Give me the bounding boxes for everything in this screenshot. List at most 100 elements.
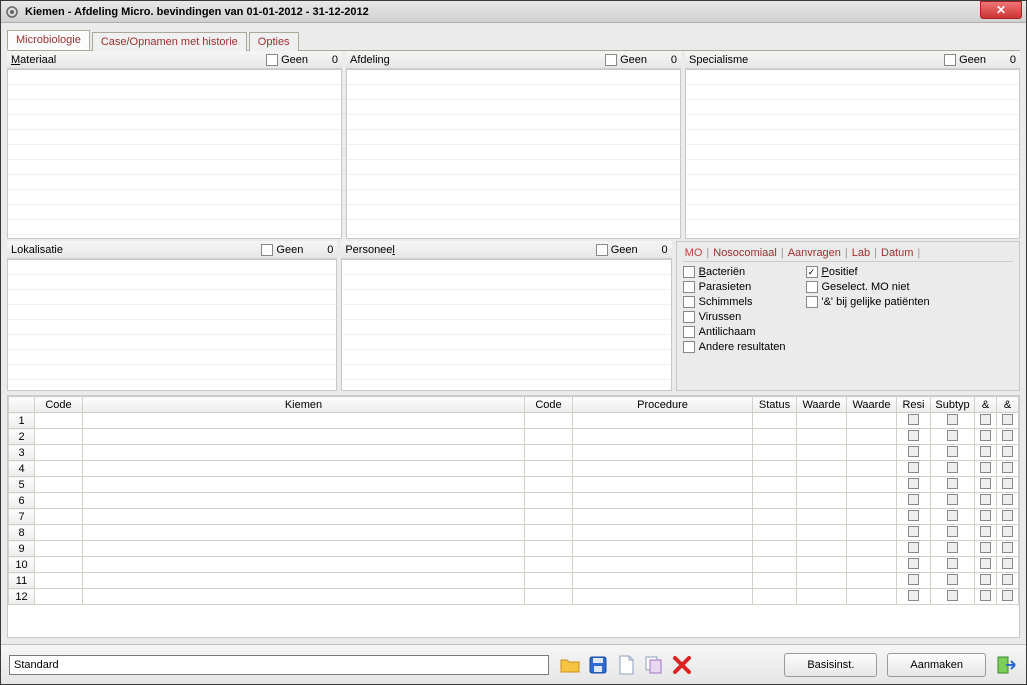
grid-cell[interactable] xyxy=(931,525,975,541)
grid-cell[interactable] xyxy=(931,557,975,573)
grid-cell[interactable] xyxy=(897,541,931,557)
grid-header-amp2[interactable]: & xyxy=(997,397,1019,413)
grid-cell[interactable] xyxy=(525,477,573,493)
grid-cell[interactable] xyxy=(797,477,847,493)
grid-cell[interactable] xyxy=(847,525,897,541)
grid-cell[interactable] xyxy=(35,541,83,557)
bool-box[interactable] xyxy=(980,494,991,505)
table-row[interactable]: 7 xyxy=(9,509,1019,525)
bool-box[interactable] xyxy=(908,446,919,457)
grid-cell[interactable] xyxy=(753,461,797,477)
grid-cell[interactable] xyxy=(753,493,797,509)
grid-cell[interactable] xyxy=(83,525,525,541)
table-row[interactable]: 4 xyxy=(9,461,1019,477)
grid-cell[interactable] xyxy=(997,573,1019,589)
grid-cell[interactable] xyxy=(797,541,847,557)
grid-cell[interactable] xyxy=(35,573,83,589)
check-left-checkbox-3[interactable] xyxy=(683,311,695,323)
grid-header-subtyp[interactable]: Subtyp xyxy=(931,397,975,413)
basisinst-button[interactable]: Basisinst. xyxy=(784,653,877,677)
bool-box[interactable] xyxy=(908,462,919,473)
tab-microbiologie[interactable]: Microbiologie xyxy=(7,30,90,50)
bool-box[interactable] xyxy=(947,446,958,457)
grid-cell[interactable] xyxy=(573,557,753,573)
subtab-lab[interactable]: Lab xyxy=(850,247,872,259)
grid-cell[interactable] xyxy=(975,589,997,605)
grid-header-procedure[interactable]: Procedure xyxy=(573,397,753,413)
grid-cell[interactable] xyxy=(83,413,525,429)
grid-cell[interactable] xyxy=(83,429,525,445)
bool-box[interactable] xyxy=(980,558,991,569)
grid-cell[interactable] xyxy=(975,493,997,509)
bool-box[interactable] xyxy=(947,462,958,473)
table-row[interactable]: 9 xyxy=(9,541,1019,557)
bool-box[interactable] xyxy=(947,542,958,553)
grid-cell[interactable] xyxy=(573,477,753,493)
bool-box[interactable] xyxy=(1002,510,1013,521)
grid-cell[interactable] xyxy=(897,493,931,509)
grid-header-waarde2[interactable]: Waarde xyxy=(847,397,897,413)
grid-header-code1[interactable]: Code xyxy=(35,397,83,413)
grid-cell[interactable] xyxy=(83,445,525,461)
bool-box[interactable] xyxy=(908,430,919,441)
subtab-aanvragen[interactable]: Aanvragen xyxy=(786,247,843,259)
grid-cell[interactable] xyxy=(35,589,83,605)
grid-cell[interactable] xyxy=(525,525,573,541)
grid-cell[interactable] xyxy=(83,589,525,605)
bool-box[interactable] xyxy=(947,414,958,425)
grid-cell[interactable] xyxy=(753,509,797,525)
grid-cell[interactable] xyxy=(797,525,847,541)
grid-cell[interactable] xyxy=(931,541,975,557)
grid-cell[interactable] xyxy=(897,461,931,477)
grid-cell[interactable] xyxy=(797,461,847,477)
specialisme-geen-checkbox[interactable] xyxy=(944,54,956,66)
grid-cell[interactable] xyxy=(975,509,997,525)
bool-box[interactable] xyxy=(1002,590,1013,601)
subtab-nosocomiaal[interactable]: Nosocomiaal xyxy=(711,247,779,259)
grid-cell[interactable] xyxy=(975,573,997,589)
grid-cell[interactable] xyxy=(975,477,997,493)
grid-cell[interactable] xyxy=(573,589,753,605)
grid-cell[interactable] xyxy=(797,445,847,461)
grid-cell[interactable] xyxy=(897,525,931,541)
grid-cell[interactable] xyxy=(573,509,753,525)
table-row[interactable]: 1 xyxy=(9,413,1019,429)
grid-cell[interactable] xyxy=(35,413,83,429)
bool-box[interactable] xyxy=(947,510,958,521)
grid-cell[interactable] xyxy=(35,509,83,525)
bool-box[interactable] xyxy=(1002,414,1013,425)
grid-cell[interactable] xyxy=(975,525,997,541)
bool-box[interactable] xyxy=(980,462,991,473)
grid-cell[interactable] xyxy=(997,461,1019,477)
bool-box[interactable] xyxy=(1002,526,1013,537)
grid-cell[interactable] xyxy=(931,493,975,509)
grid-cell[interactable] xyxy=(931,413,975,429)
copy-icon[interactable] xyxy=(643,654,665,676)
check-left-checkbox-4[interactable] xyxy=(683,326,695,338)
grid-cell[interactable] xyxy=(83,541,525,557)
specialisme-list[interactable] xyxy=(685,69,1020,239)
bool-box[interactable] xyxy=(947,494,958,505)
personeel-geen-checkbox[interactable] xyxy=(596,244,608,256)
grid-cell[interactable] xyxy=(525,509,573,525)
tab-opties[interactable]: Opties xyxy=(249,32,299,51)
grid-cell[interactable] xyxy=(997,557,1019,573)
grid-cell[interactable] xyxy=(753,525,797,541)
table-row[interactable]: 5 xyxy=(9,477,1019,493)
grid-cell[interactable] xyxy=(847,429,897,445)
grid-cell[interactable] xyxy=(847,413,897,429)
exit-icon[interactable] xyxy=(996,654,1018,676)
grid-cell[interactable] xyxy=(797,509,847,525)
check-left-5[interactable]: Andere resultaten xyxy=(683,341,786,353)
check-right-1[interactable]: Geselect. MO niet xyxy=(806,281,930,293)
grid-cell[interactable] xyxy=(931,573,975,589)
bool-box[interactable] xyxy=(908,526,919,537)
check-left-checkbox-2[interactable] xyxy=(683,296,695,308)
grid-cell[interactable] xyxy=(83,573,525,589)
grid-cell[interactable] xyxy=(997,493,1019,509)
bool-box[interactable] xyxy=(1002,494,1013,505)
afdeling-list[interactable] xyxy=(346,69,681,239)
grid-cell[interactable] xyxy=(573,493,753,509)
grid-cell[interactable] xyxy=(525,589,573,605)
grid-cell[interactable] xyxy=(753,445,797,461)
